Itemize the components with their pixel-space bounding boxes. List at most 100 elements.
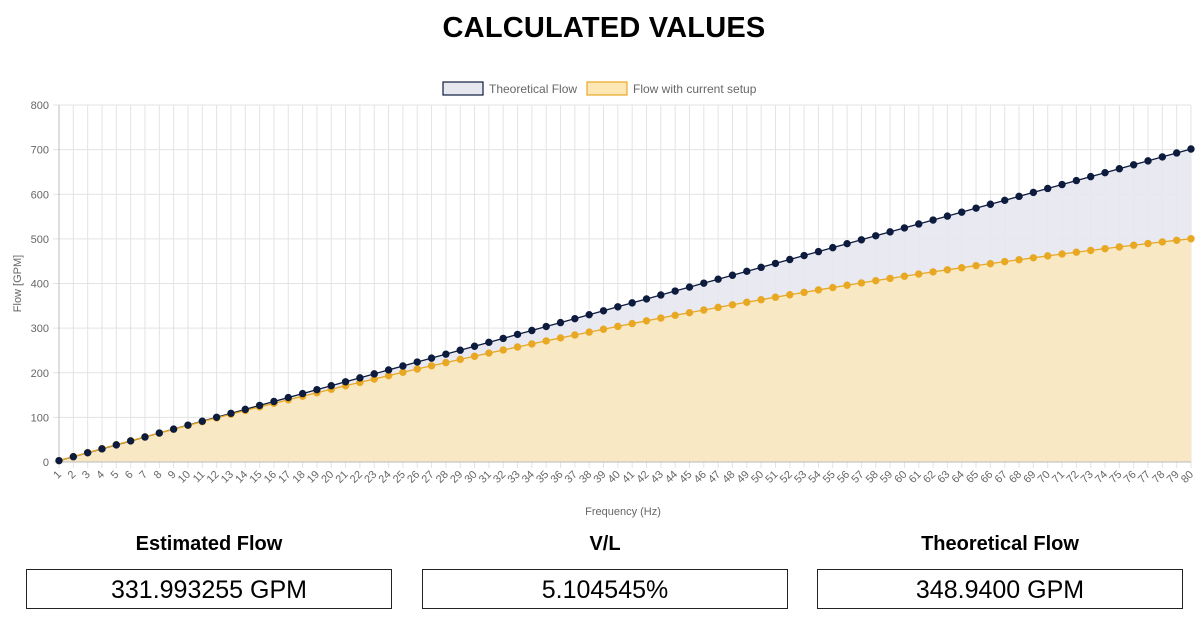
- series-2-point: [1058, 250, 1066, 258]
- series-1-point: [470, 342, 479, 350]
- series-1-point: [1101, 168, 1109, 177]
- series-2-point: [814, 286, 823, 294]
- series-2-point: [1172, 236, 1181, 245]
- series-2-point: [1144, 239, 1152, 248]
- x-tick-label: 8: [152, 469, 165, 482]
- estimated-flow-value: 331.993255 GPM: [26, 569, 392, 609]
- series-1-point: [169, 425, 178, 433]
- series-1-point: [112, 441, 121, 449]
- series-2-point: [485, 349, 493, 357]
- series-1-point: [556, 318, 565, 327]
- x-tick-label: 7: [137, 469, 150, 482]
- series-1-point: [298, 389, 307, 398]
- series-2-point: [413, 365, 421, 373]
- series-area-2: [59, 238, 1191, 462]
- series-1-point: [413, 358, 421, 366]
- series-1-point: [1001, 196, 1009, 205]
- series-2-point: [614, 322, 622, 331]
- series-2-point: [943, 266, 952, 274]
- series-1-point: [757, 263, 765, 272]
- series-2-point: [513, 343, 522, 351]
- series-1-point: [958, 208, 966, 216]
- vl-value: 5.104545%: [422, 569, 788, 609]
- series-1-point: [384, 366, 393, 374]
- legend-swatch-2: [586, 81, 628, 96]
- series-2-point: [743, 298, 751, 306]
- series-1-point: [972, 204, 980, 212]
- series-2-point: [886, 274, 894, 283]
- y-tick-label: 800: [31, 100, 49, 112]
- series-2-point: [671, 311, 679, 320]
- x-tick-label: 5: [109, 469, 122, 482]
- page-title: CALCULATED VALUES: [442, 12, 766, 44]
- theoretical-flow-value: 348.9400 GPM: [817, 569, 1183, 609]
- stats-panel: Estimated Flow 331.993255 GPM V/L 5.1045…: [0, 528, 1200, 622]
- series-1-point: [126, 437, 135, 445]
- series-1-point: [255, 401, 264, 410]
- series-2-point: [1158, 238, 1167, 246]
- series-1-point: [685, 283, 694, 291]
- y-axis-title: Flow [GPM]: [12, 255, 24, 312]
- series-2-point: [542, 337, 550, 345]
- series-1-point: [872, 232, 880, 240]
- series-1-point: [1058, 180, 1066, 189]
- estimated-flow-stat: Estimated Flow 331.993255 GPM: [26, 528, 392, 609]
- series-1-point: [843, 239, 851, 248]
- series-1-point: [599, 307, 608, 315]
- series-1-point: [1129, 161, 1138, 169]
- series-1-point: [399, 362, 407, 370]
- x-axis-title: Frequency (Hz): [585, 506, 661, 518]
- vl-stat: V/L 5.104545%: [422, 528, 788, 609]
- series-2-point: [456, 355, 464, 364]
- series-2-point: [1001, 257, 1009, 266]
- series-2-point: [470, 352, 479, 360]
- series-1-point: [585, 310, 593, 319]
- series-1-point: [671, 287, 679, 295]
- series-1-point: [442, 350, 450, 358]
- legend-swatch-1: [442, 81, 484, 96]
- series-2-point: [972, 261, 980, 270]
- series-1-point: [155, 429, 164, 437]
- theoretical-flow-stat: Theoretical Flow 348.9400 GPM: [817, 528, 1183, 609]
- flow-chart-svg: 01002003004005006007008001 2 3 4 5 6 7 8 9101112…: [12, 81, 1196, 518]
- series-2-point: [929, 268, 937, 276]
- series-1-point: [542, 322, 550, 331]
- series-1-point: [1158, 153, 1167, 161]
- series-2-point: [1086, 246, 1095, 255]
- series-2-point: [1044, 252, 1052, 260]
- series-1-point: [1172, 149, 1181, 157]
- x-tick-label: 6: [123, 469, 136, 482]
- series-2-point: [642, 317, 651, 325]
- series-1-point: [513, 330, 522, 339]
- series-1-point: [1044, 184, 1052, 193]
- series-1-point: [900, 224, 909, 232]
- series-2-point: [1072, 248, 1081, 256]
- series-2-point: [843, 281, 851, 289]
- series-1-point: [241, 405, 249, 414]
- series-1-point: [1072, 176, 1081, 185]
- series-1-point: [700, 279, 708, 287]
- series-2-point: [1015, 256, 1023, 264]
- y-tick-label: 200: [31, 368, 49, 380]
- series-2-point: [442, 358, 450, 367]
- series-2-point: [1129, 241, 1138, 249]
- y-tick-label: 400: [31, 279, 49, 291]
- series-1-point: [714, 275, 722, 283]
- series-1-point: [270, 397, 278, 406]
- legend-label-2: Flow with current setup: [633, 82, 757, 96]
- series-1-point: [771, 259, 780, 268]
- series-1-point: [657, 291, 665, 299]
- series-2-point: [786, 291, 794, 299]
- series-2-point: [700, 306, 708, 314]
- series-1-point: [800, 251, 808, 260]
- series-1-point: [1144, 157, 1152, 165]
- series-1-point: [184, 421, 192, 429]
- series-2-point: [915, 270, 923, 278]
- series-1-point: [198, 417, 206, 425]
- series-2-point: [958, 264, 966, 272]
- series-2-point: [872, 276, 880, 285]
- series-2-point: [829, 283, 837, 292]
- series-1-point: [1015, 192, 1023, 201]
- series-1-point: [356, 374, 364, 382]
- series-1-point: [313, 385, 321, 394]
